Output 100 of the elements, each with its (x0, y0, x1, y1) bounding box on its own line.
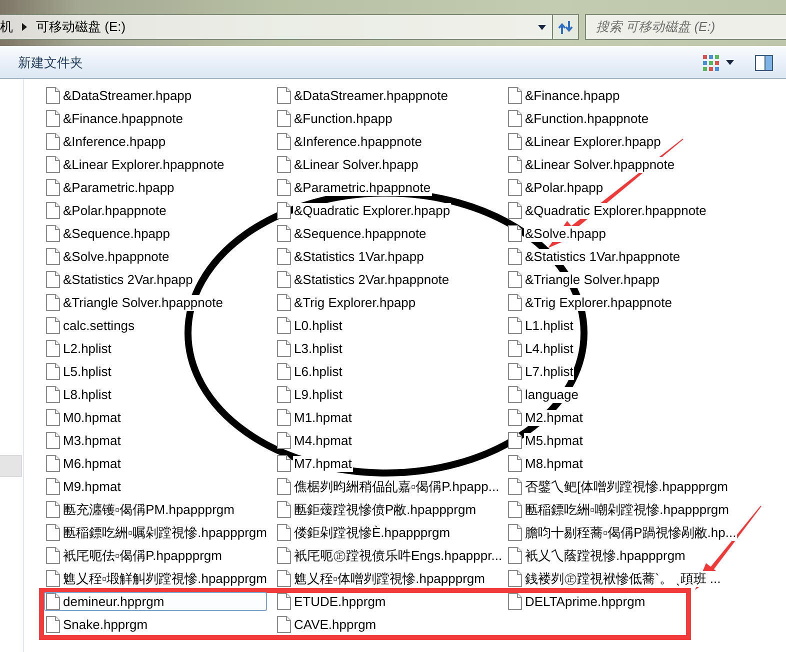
file-item[interactable]: &Statistics 2Var.hpapp (44, 270, 267, 289)
file-icon (508, 524, 522, 541)
file-item[interactable]: M3.hpmat (44, 431, 267, 450)
file-item[interactable]: M1.hpmat (275, 408, 498, 427)
breadcrumb[interactable]: 机 (0, 18, 13, 36)
file-icon (508, 317, 522, 334)
file-icon (508, 547, 522, 564)
file-icon (46, 616, 60, 633)
file-item[interactable]: &Sequence.hpapp (44, 224, 267, 243)
file-item[interactable]: &Function.hpapp (275, 109, 498, 128)
file-icon (46, 317, 60, 334)
file-item[interactable]: &Polar.hpappnote (44, 201, 267, 220)
file-item[interactable]: L7.hplist (506, 362, 729, 381)
file-icon (508, 110, 522, 127)
file-item[interactable]: &Inference.hpapp (44, 132, 267, 151)
refresh-icon (558, 20, 574, 34)
file-icon (508, 570, 522, 587)
chevron-right-icon (22, 23, 27, 31)
dropdown-caret-icon[interactable] (538, 24, 546, 30)
file-icon (46, 271, 60, 288)
file-icon (46, 133, 60, 150)
view-caret-icon[interactable] (726, 60, 734, 65)
file-icon (46, 409, 60, 426)
file-item[interactable]: M4.hpmat (275, 431, 498, 450)
file-item[interactable]: &Statistics 1Var.hpapp (275, 247, 498, 266)
file-item[interactable]: L5.hplist (44, 362, 267, 381)
file-icon (46, 156, 60, 173)
file-item[interactable]: &Finance.hpapp (506, 86, 729, 105)
file-icon (277, 386, 291, 403)
file-item[interactable]: &Solve.hpappnote (44, 247, 267, 266)
file-icon (277, 432, 291, 449)
file-icon (46, 340, 60, 357)
file-item[interactable]: M5.hpmat (506, 431, 729, 450)
file-icon (277, 593, 291, 610)
file-icon (508, 386, 522, 403)
file-item[interactable]: DELTAprime.hpprgm (506, 592, 729, 611)
breadcrumb[interactable]: 可移动磁盘 (E:) (36, 18, 126, 36)
file-icon (277, 156, 291, 173)
file-item[interactable]: ETUDE.hpprgm (275, 592, 498, 611)
file-icon (46, 593, 60, 610)
file-icon (46, 386, 60, 403)
file-icon (277, 363, 291, 380)
file-icon (277, 547, 291, 564)
file-icon (508, 179, 522, 196)
file-icon (508, 294, 522, 311)
file-item[interactable]: &Inference.hpappnote (275, 132, 498, 151)
file-item[interactable]: CAVE.hpprgm (275, 615, 498, 634)
new-folder-button[interactable]: 新建文件夹 (10, 50, 91, 76)
file-item[interactable]: L9.hplist (275, 385, 498, 404)
file-item[interactable]: &Parametric.hpapp (44, 178, 267, 197)
file-icon (277, 87, 291, 104)
file-icon (277, 570, 291, 587)
file-item[interactable]: M0.hpmat (44, 408, 267, 427)
file-icon (508, 87, 522, 104)
file-icon (277, 501, 291, 518)
file-item[interactable]: &Finance.hpappnote (44, 109, 267, 128)
file-item[interactable]: Snake.hpprgm (44, 615, 267, 634)
file-item[interactable]: M8.hpmat (506, 454, 729, 473)
file-icon (46, 547, 60, 564)
file-icon (46, 478, 60, 495)
file-icon (508, 133, 522, 150)
file-icon (277, 294, 291, 311)
file-icon (508, 432, 522, 449)
file-icon (277, 478, 291, 495)
file-icon (46, 225, 60, 242)
file-icon (508, 225, 522, 242)
file-item[interactable]: &Solve.hpapp (506, 224, 729, 243)
file-icon (508, 248, 522, 265)
address-bar[interactable]: 机 可移动磁盘 (E:) (0, 14, 553, 40)
file-icon (508, 363, 522, 380)
file-icon (46, 110, 60, 127)
file-icon (508, 478, 522, 495)
file-item[interactable]: &Polar.hpapp (506, 178, 729, 197)
file-item[interactable]: L1.hplist (506, 316, 729, 335)
file-item[interactable]: &Function.hpappnote (506, 109, 729, 128)
file-item[interactable]: L3.hplist (275, 339, 498, 358)
file-item[interactable]: language (506, 385, 729, 404)
file-item[interactable]: L8.hplist (44, 385, 267, 404)
file-icon (46, 524, 60, 541)
file-item[interactable]: M2.hpmat (506, 408, 729, 427)
file-item[interactable]: &DataStreamer.hpapp (44, 86, 267, 105)
refresh-button[interactable] (553, 14, 579, 40)
file-item[interactable]: calc.settings (44, 316, 267, 335)
file-icon (277, 110, 291, 127)
file-item[interactable]: M7.hpmat (275, 454, 498, 473)
file-item[interactable]: L2.hplist (44, 339, 267, 358)
file-item[interactable]: &Trig Explorer.hpapp (275, 293, 498, 312)
preview-pane-icon (755, 54, 773, 70)
file-icon (277, 455, 291, 472)
file-icon (46, 202, 60, 219)
file-item[interactable]: L6.hplist (275, 362, 498, 381)
file-item[interactable]: M6.hpmat (44, 454, 267, 473)
file-item[interactable]: demineur.hpprgm (44, 592, 267, 611)
file-item[interactable]: &Linear Solver.hpapp (275, 155, 498, 174)
file-item[interactable]: L4.hplist (506, 339, 729, 358)
file-icon (508, 202, 522, 219)
file-icon (508, 340, 522, 357)
file-item[interactable]: L0.hplist (275, 316, 498, 335)
file-item[interactable]: M9.hpmat (44, 477, 267, 496)
search-field[interactable]: 搜索 可移动磁盘 (E:) (585, 14, 786, 40)
